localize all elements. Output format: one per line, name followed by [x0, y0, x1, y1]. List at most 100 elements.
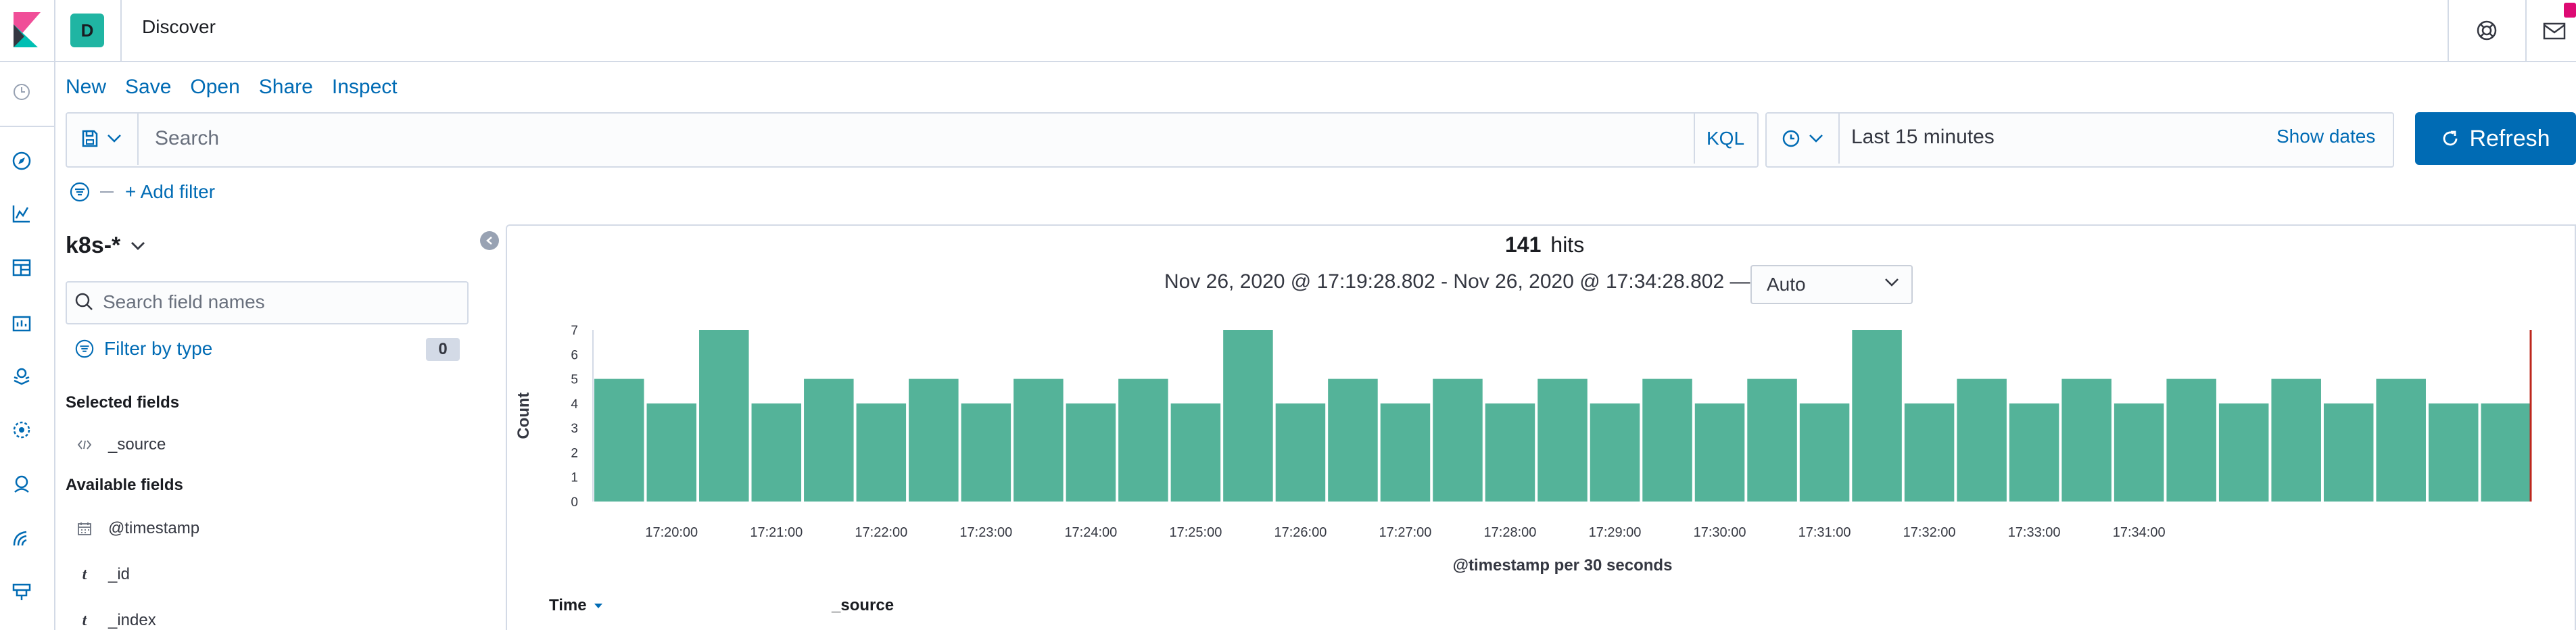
x-tick-label: 17:27:00 — [1379, 525, 1432, 540]
histogram-bar — [2166, 379, 2216, 502]
newsfeed-icon[interactable] — [2539, 15, 2570, 46]
kibana-logo-icon[interactable] — [7, 9, 47, 50]
string-field-icon: t — [82, 611, 87, 629]
x-tick-label: 17:28:00 — [1484, 525, 1537, 540]
refresh-button[interactable]: Refresh — [2415, 112, 2576, 165]
field-item[interactable]: t _id — [76, 561, 130, 588]
histogram-bar — [1380, 403, 1431, 502]
histogram-bar — [1223, 330, 1273, 502]
refresh-label: Refresh — [2469, 125, 2550, 151]
filter-by-type-button[interactable]: Filter by type — [74, 338, 212, 360]
clock-icon — [1782, 129, 1800, 148]
string-field-icon: t — [82, 565, 87, 583]
histogram-bar — [1118, 379, 1168, 502]
histogram-bar — [2114, 403, 2164, 502]
histogram-bar — [2271, 379, 2321, 502]
index-pattern-selector[interactable]: k8s-* — [66, 233, 146, 259]
saved-query-icon — [81, 129, 99, 148]
x-tick-label: 17:34:00 — [2113, 525, 2166, 540]
field-item[interactable]: _source — [76, 431, 166, 458]
help-icon[interactable] — [2471, 15, 2502, 46]
new-button[interactable]: New — [66, 76, 106, 103]
inspect-button[interactable]: Inspect — [332, 76, 398, 103]
discover-icon[interactable] — [9, 149, 34, 173]
x-tick-label: 17:29:00 — [1589, 525, 1642, 540]
quick-menu-button[interactable] — [1767, 114, 1840, 164]
visualize-icon[interactable] — [9, 201, 34, 226]
chevron-down-icon — [1884, 278, 1899, 287]
canvas-icon[interactable] — [9, 311, 34, 335]
share-button[interactable]: Share — [259, 76, 313, 103]
filter-options-button[interactable] — [68, 180, 92, 204]
x-tick-label: 17:20:00 — [645, 525, 698, 540]
histogram-bar — [2218, 403, 2269, 502]
histogram-bar — [594, 379, 644, 502]
histogram-bar — [1485, 403, 1535, 502]
space-avatar[interactable]: D — [70, 14, 104, 47]
siem-icon[interactable] — [9, 472, 34, 496]
time-range-label[interactable]: Last 15 minutes — [1851, 126, 1995, 149]
header-divider — [2525, 0, 2527, 61]
column-header-source[interactable]: _source — [832, 596, 894, 615]
histogram-bar — [909, 379, 959, 502]
column-header-label: Time — [549, 596, 587, 614]
stack-management-icon[interactable] — [9, 580, 34, 604]
field-item[interactable]: t _index — [76, 607, 156, 634]
histogram-bar — [1328, 379, 1378, 502]
histogram-bar — [1799, 403, 1850, 502]
histogram-bar — [961, 403, 1011, 502]
field-name: _id — [108, 565, 130, 583]
saved-queries-button[interactable] — [66, 112, 139, 165]
query-language-button[interactable]: KQL — [1694, 114, 1756, 164]
newsfeed-badge — [2564, 3, 2576, 18]
selected-fields-title: Selected fields — [66, 393, 180, 412]
field-search-input[interactable] — [101, 283, 456, 322]
hits-label: hits — [1550, 233, 1585, 257]
chevron-down-icon — [107, 134, 122, 143]
histogram-chart[interactable]: 0 1 2 3 4 5 6 7 Count 17:20:00 17:21:00 17:22:00 17:… — [514, 318, 2569, 581]
x-tick-label: 17:24:00 — [1064, 525, 1117, 540]
recently-viewed-icon[interactable] — [9, 80, 34, 104]
search-icon — [73, 291, 95, 312]
field-name: _source — [108, 435, 166, 454]
histogram-bar — [1642, 379, 1692, 502]
y-tick-label: 3 — [571, 422, 578, 436]
x-tick-label: 17:33:00 — [2008, 525, 2061, 540]
x-tick-label: 17:21:00 — [750, 525, 803, 540]
field-item[interactable]: @timestamp — [76, 515, 199, 542]
maps-icon[interactable] — [9, 364, 34, 388]
chevron-down-icon — [1809, 134, 1823, 143]
ml-icon[interactable] — [9, 418, 34, 442]
show-dates-button[interactable]: Show dates — [2276, 126, 2375, 147]
date-field-icon — [76, 521, 93, 536]
interval-select[interactable]: Auto — [1750, 265, 1913, 304]
y-tick-label: 6 — [571, 348, 578, 362]
histogram-bar — [1275, 403, 1326, 502]
y-tick-label: 4 — [571, 397, 578, 412]
logs-icon[interactable] — [9, 526, 34, 550]
histogram-bar — [1537, 379, 1588, 502]
sort-desc-icon — [594, 602, 603, 609]
x-axis-label: @timestamp per 30 seconds — [1453, 556, 1673, 575]
histogram-bar — [1590, 403, 1640, 502]
y-axis-label: Count — [515, 392, 533, 439]
histogram-bar — [2481, 403, 2531, 502]
open-button[interactable]: Open — [190, 76, 239, 103]
field-name: _index — [108, 611, 156, 629]
x-tick-label: 17:26:00 — [1274, 525, 1327, 540]
dashboard-icon[interactable] — [9, 255, 34, 280]
search-input[interactable] — [139, 114, 1694, 164]
filter-divider — [100, 191, 114, 193]
hits-counter: 141 hits — [1505, 233, 1584, 258]
header-divider — [120, 0, 122, 61]
histogram-bar — [1694, 403, 1745, 502]
column-header-time[interactable]: Time — [549, 596, 603, 615]
save-button[interactable]: Save — [125, 76, 171, 103]
x-tick-label: 17:32:00 — [1903, 525, 1956, 540]
collapse-sidebar-button[interactable] — [480, 231, 499, 250]
add-filter-button[interactable]: + Add filter — [125, 181, 215, 203]
filter-by-type-label: Filter by type — [104, 338, 213, 359]
histogram-bar — [699, 330, 749, 502]
histogram-bar — [804, 379, 854, 502]
histogram-bar — [1904, 403, 1955, 502]
